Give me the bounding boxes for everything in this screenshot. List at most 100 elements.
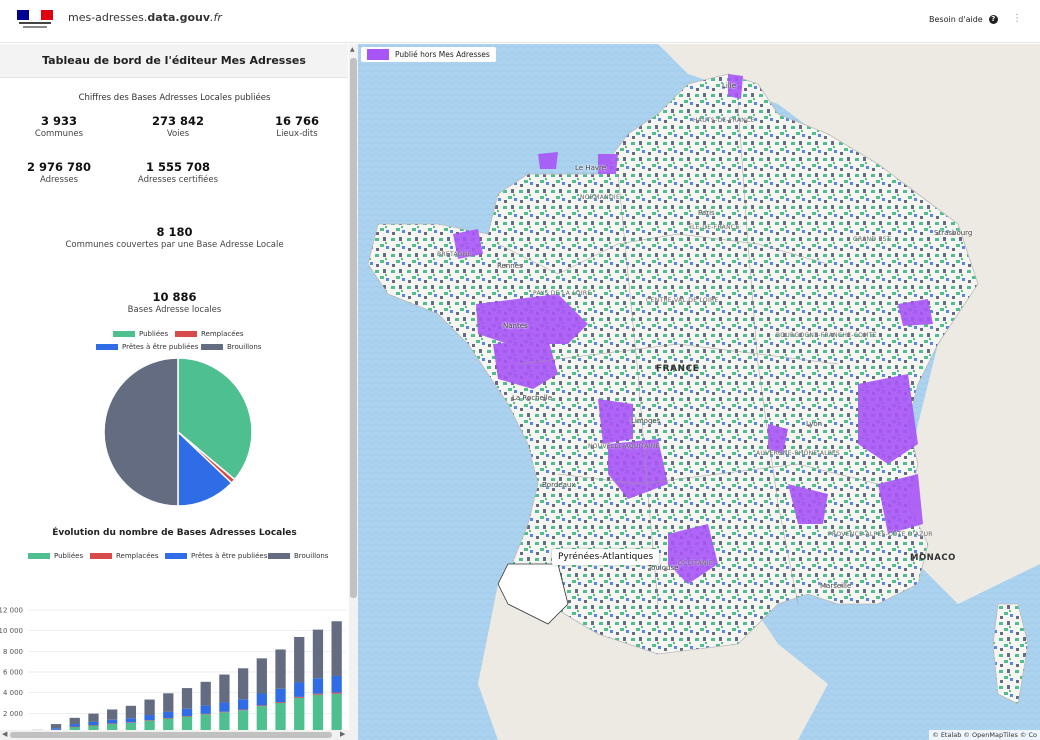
bar-segment-publi-es[interactable] [312,694,324,730]
map-legend-label: Publié hors Mes Adresses [395,50,490,59]
bar-segment-remplac-es[interactable] [275,702,286,703]
bar-legend-remplacees[interactable]: Remplacées [90,552,158,560]
pie-legend-remplacees[interactable]: Remplacées [175,330,243,338]
city-nantes: Nantes [503,322,528,330]
bar-segment-remplac-es[interactable] [69,726,80,728]
bar-segment-brouillons[interactable] [331,621,342,677]
bar-segment-pr-tes-tre-publi-es[interactable] [144,715,155,721]
bar-segment-brouillons[interactable] [181,688,193,709]
republique-francaise-logo[interactable] [15,8,55,32]
y-tick-label: 4 000 [3,689,23,697]
more-icon[interactable]: ⋮ [1012,13,1026,27]
bar-legend-brouillons[interactable]: Brouillons [268,552,328,560]
bar-segment-remplac-es[interactable] [256,705,267,707]
france-map[interactable]: Publié hors Mes Adresses FRANCE MONACO L… [358,44,1040,740]
region-centre-val-de-loire: CENTRE-VAL DE LOIRE [646,297,719,304]
map-canvas[interactable] [358,44,1040,740]
bal-status-pie-chart[interactable] [98,352,258,512]
scroll-right-icon[interactable]: ▶ [340,730,345,738]
help-link[interactable]: Besoin d'aide ? [929,15,998,24]
stat-adresses: 2 976 780 Adresses [26,160,92,185]
bar-segment-brouillons[interactable] [294,636,305,683]
bar-segment-brouillons[interactable] [107,709,118,720]
panel-vertical-scrollbar[interactable]: ▲ [349,44,358,740]
y-tick-label: 8 000 [3,648,23,656]
city-rennes: Rennes [497,262,523,270]
evolution-chart-title: Évolution du nombre de Bases Adresses Lo… [52,528,297,538]
bar-segment-remplac-es[interactable] [219,711,230,713]
bar-segment-pr-tes-tre-publi-es[interactable] [181,708,193,716]
bar-segment-pr-tes-tre-publi-es[interactable] [200,705,211,714]
pie-legend-brouillons[interactable]: Brouillons [201,343,261,351]
bar-segment-remplac-es[interactable] [294,696,305,698]
bar-segment-publi-es[interactable] [275,703,286,730]
bar-segment-publi-es[interactable] [125,722,137,730]
bar-segment-pr-tes-tre-publi-es[interactable] [69,724,80,727]
bar-segment-pr-tes-tre-publi-es[interactable] [237,699,249,710]
region-auvergne-rhone-alpes: AUVERGNE-RHÔNE-ALPES [756,450,841,457]
dashboard-panel: Tableau de bord de l'éditeur Mes Adresse… [0,44,358,740]
site-name[interactable]: mes-adresses.data.gouv.fr [68,11,222,24]
bar-segment-brouillons[interactable] [200,681,211,706]
bar-segment-brouillons[interactable] [219,674,230,703]
bar-segment-brouillons[interactable] [88,713,99,722]
region-hauts-de-france: HAUTS-DE-FRANCE [693,117,755,124]
bar-segment-brouillons[interactable] [275,649,286,689]
bar-segment-publi-es[interactable] [219,712,230,730]
bar-segment-publi-es[interactable] [256,706,267,730]
bar-segment-brouillons[interactable] [312,629,324,679]
bar-segment-brouillons[interactable] [144,699,155,716]
bar-segment-pr-tes-tre-publi-es[interactable] [163,711,174,719]
scrollbar-thumb[interactable] [350,58,357,598]
y-tick-label: 2 000 [3,710,23,718]
bar-segment-pr-tes-tre-publi-es[interactable] [312,678,324,694]
bar-segment-brouillons[interactable] [125,705,137,719]
bar-segment-brouillons[interactable] [50,724,62,729]
bar-segment-remplac-es[interactable] [331,692,342,694]
bar-legend-publiees[interactable]: Publiées [28,552,83,560]
bar-segment-pr-tes-tre-publi-es[interactable] [275,688,286,703]
bar-segment-publi-es[interactable] [294,697,305,730]
horizontal-scrollbar-thumb[interactable] [10,732,332,738]
bar-segment-pr-tes-tre-publi-es[interactable] [88,721,99,726]
bar-segment-brouillons[interactable] [237,668,249,700]
bar-segment-remplac-es[interactable] [181,715,193,717]
bar-segment-pr-tes-tre-publi-es[interactable] [125,718,137,723]
region-occitanie: OCCITANIE [678,560,713,567]
panel-horizontal-scrollbar[interactable]: ◀ ▶ [0,730,349,740]
bar-segment-remplac-es[interactable] [88,725,99,726]
bar-segment-remplac-es[interactable] [312,693,324,695]
pie-slice-brouillons[interactable] [103,357,179,507]
bar-segment-publi-es[interactable] [163,718,174,731]
bar-segment-pr-tes-tre-publi-es[interactable] [256,693,267,706]
bar-segment-brouillons[interactable] [69,717,80,725]
scroll-left-icon[interactable]: ◀ [2,730,7,738]
bar-segment-pr-tes-tre-publi-es[interactable] [294,682,305,697]
pie-legend-publiees[interactable]: Publiées [113,330,168,338]
bar-segment-pr-tes-tre-publi-es[interactable] [331,676,342,693]
bal-evolution-bar-chart[interactable]: 02 0004 0006 0008 00010 00012 000avr. 20… [0,560,349,730]
bar-segment-publi-es[interactable] [181,716,193,730]
bar-segment-pr-tes-tre-publi-es[interactable] [107,719,118,724]
bar-segment-pr-tes-tre-publi-es[interactable] [219,702,230,712]
bar-segment-remplac-es[interactable] [163,718,174,719]
city-la-rochelle: La Rochelle [512,394,553,402]
region-provence-alpes-cote-dazur: PROVENCE-ALPES-CÔTE D'AZUR [828,531,933,538]
bar-segment-remplac-es[interactable] [107,723,118,724]
bar-segment-publi-es[interactable] [200,714,211,730]
bar-segment-remplac-es[interactable] [237,709,249,711]
scroll-up-icon[interactable]: ▲ [350,46,355,53]
map-attribution[interactable]: © Etalab © OpenMapTiles © Co [929,730,1040,740]
bar-segment-publi-es[interactable] [331,693,342,730]
city-le-havre: Le Havre [575,164,607,172]
bar-segment-brouillons[interactable] [163,693,174,712]
bar-segment-publi-es[interactable] [237,710,249,730]
y-tick-label: 6 000 [3,669,23,677]
bar-segment-publi-es[interactable] [144,720,155,730]
bar-segment-remplac-es[interactable] [144,720,155,721]
pie-legend-pretes[interactable]: Prêtes à être publiées [96,343,198,351]
bar-segment-remplac-es[interactable] [125,722,137,723]
bar-segment-remplac-es[interactable] [200,713,211,715]
bar-legend-pretes[interactable]: Prêtes à être publiées [165,552,267,560]
bar-segment-brouillons[interactable] [256,658,267,694]
